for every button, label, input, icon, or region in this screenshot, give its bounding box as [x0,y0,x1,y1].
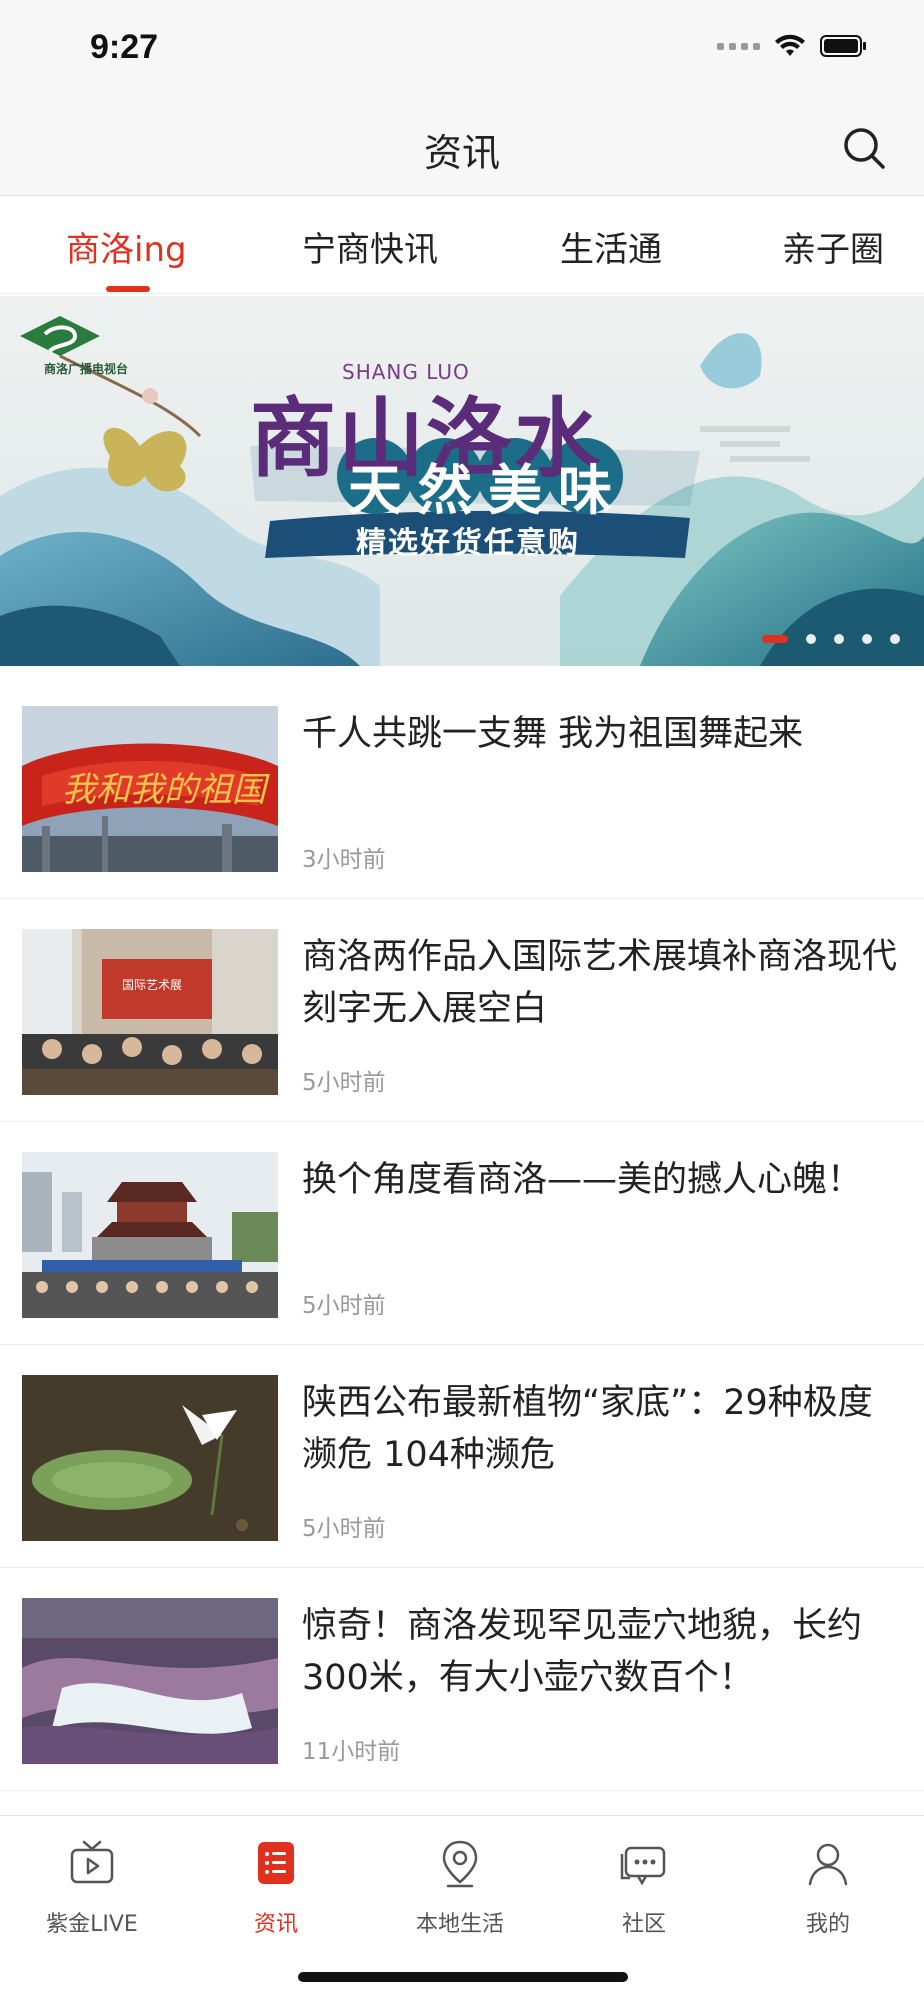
home-indicator[interactable] [298,1972,628,1982]
svg-text:国际艺术展: 国际艺术展 [122,978,182,992]
tab-parenting[interactable]: 亲子圈 [782,222,884,271]
news-time: 3小时前 [302,847,386,873]
news-thumbnail: 国际艺术展 [22,929,278,1095]
category-tabs: 商洛ing 宁商快讯 生活通 亲子圈 [0,196,924,294]
battery-icon [820,35,866,57]
banner-dot-active[interactable] [762,635,788,643]
news-title: 惊奇！商洛发现罕见壶穴地貌，长约300米，有大小壶穴数百个！ [302,1606,863,1698]
tabbar-item-news[interactable]: 资讯 [184,1836,368,1938]
tabbar-item-me[interactable]: 我的 [736,1836,920,1938]
svg-text:我和我的祖国: 我和我的祖国 [62,770,270,810]
banner-dot[interactable] [890,634,900,644]
banner-dot[interactable] [862,634,872,644]
tab-life-service[interactable]: 生活通 [560,222,662,271]
news-thumbnail: 我和我的祖国 [22,706,278,872]
news-thumbnail [22,1598,278,1764]
tv-icon [70,1840,114,1884]
news-item[interactable]: 陕西公布最新植物“家底”：29种极度濒危 104种濒危 5小时前 [0,1345,924,1568]
news-time: 11小时前 [302,1739,401,1765]
news-title: 换个角度看商洛——美的撼人心魄！ [302,1160,863,1200]
tabbar-item-local-life[interactable]: 本地生活 [368,1836,552,1938]
banner-tagline: 精选好货任意购 [356,526,580,561]
nav-header: 资讯 [0,100,924,196]
tabbar-label: 资讯 [253,1912,298,1937]
news-thumbnail [22,1375,278,1541]
user-icon [808,1843,848,1886]
status-time: 9:27 [90,28,159,66]
status-bar: 9:27 [0,0,924,100]
status-icons [717,34,868,58]
news-time: 5小时前 [302,1293,386,1319]
tabbar-label: 我的 [805,1912,850,1937]
list-icon [258,1842,294,1884]
banner-dot[interactable] [806,634,816,644]
banner-pagination [762,634,900,644]
wifi-icon [775,34,805,56]
active-tab-indicator [106,286,150,292]
tabbar-item-live[interactable]: 紫金LIVE [0,1836,184,1938]
tabbar-label: 社区 [621,1912,666,1937]
chat-bubble-icon [620,1846,666,1886]
banner-subheadline: 天然美味 [348,458,628,522]
news-time: 5小时前 [302,1070,386,1096]
banner-logo-text: 商洛广播电视台 [44,362,129,376]
promo-banner[interactable]: 商洛广播电视台 SHANG LUO 商山洛水 天然美味 精选好货任意购 [0,296,924,666]
tabbar-label: 紫金LIVE [46,1912,138,1937]
tab-ningshang-news[interactable]: 宁商快讯 [302,222,438,271]
news-title: 千人共跳一支舞 我为祖国舞起来 [302,714,804,754]
news-title: 商洛两作品入国际艺术展填补商洛现代刻字无入展空白 [302,937,898,1029]
tabbar-label: 本地生活 [415,1912,504,1937]
news-item[interactable]: 惊奇！商洛发现罕见壶穴地貌，长约300米，有大小壶穴数百个！ 11小时前 [0,1568,924,1791]
page-title: 资讯 [423,131,500,175]
tabbar-item-community[interactable]: 社区 [552,1836,736,1938]
banner-dot[interactable] [834,634,844,644]
tab-shangluo-ing[interactable]: 商洛ing [66,222,187,271]
news-item[interactable]: 国际艺术展 商洛两作品入国际艺术展填补商洛现代刻字无入展空白 5小时前 [0,899,924,1122]
news-item[interactable]: 我和我的祖国 千人共跳一支舞 我为祖国舞起来 3小时前 [0,676,924,899]
signal-icon [717,42,760,50]
news-list: 我和我的祖国 千人共跳一支舞 我为祖国舞起来 3小时前 国际艺术展 商洛两作品入… [0,676,924,1791]
news-time: 5小时前 [302,1516,386,1542]
news-item[interactable]: 换个角度看商洛——美的撼人心魄！ 5小时前 [0,1122,924,1345]
news-thumbnail [22,1152,278,1318]
location-pin-icon [442,1840,478,1888]
search-icon[interactable] [838,122,890,174]
news-title: 陕西公布最新植物“家底”：29种极度濒危 104种濒危 [302,1383,873,1475]
